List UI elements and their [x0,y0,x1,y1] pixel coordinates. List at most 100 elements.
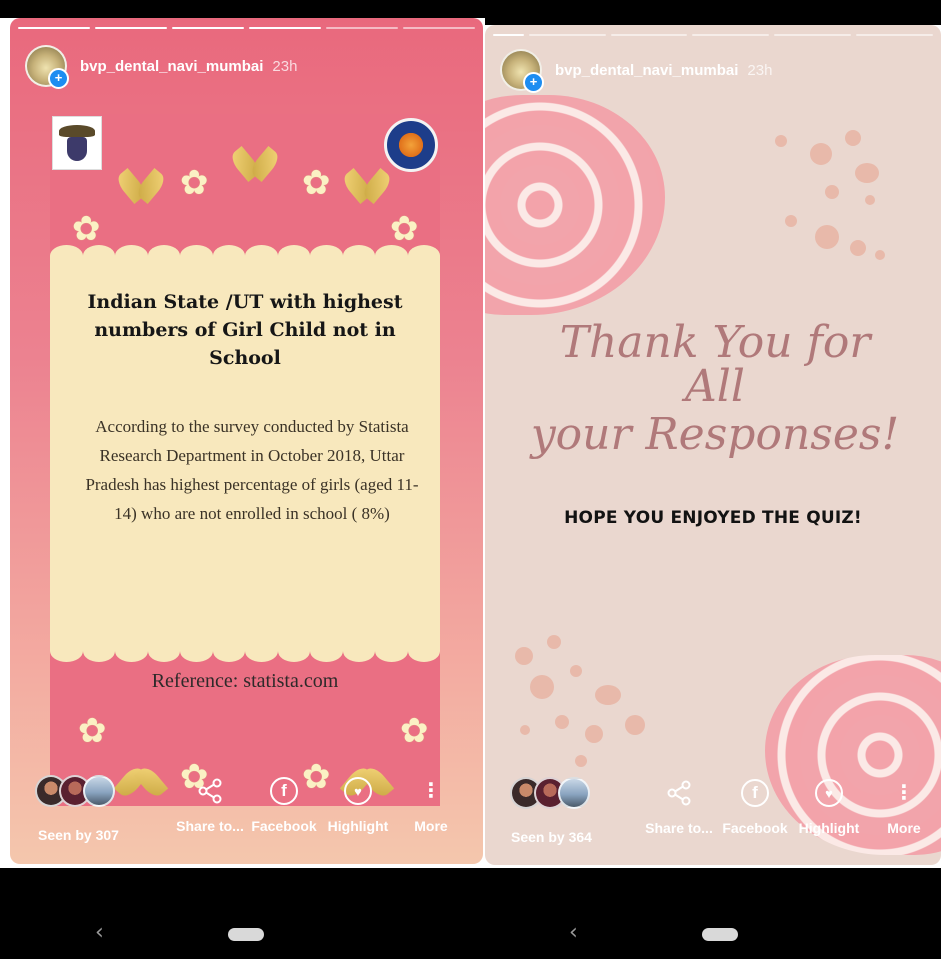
viewer-avatar [558,777,590,809]
facebook-icon: f [270,777,298,805]
dot-decoration-icon [625,715,645,735]
progress-segment [326,27,398,29]
dot-decoration-icon [845,130,861,146]
flower-decoration-icon: ✿ [180,163,209,203]
poster-body-line: According to the survey conducted by Sta… [95,417,409,436]
more-button[interactable]: ⋮ More [879,778,929,836]
highlight-label: Highlight [327,818,389,834]
story-time: 23h [747,61,773,79]
back-chevron-icon[interactable]: ‹ [95,922,104,944]
progress-segment [172,27,244,29]
facebook-label: Facebook [251,818,317,834]
avatar[interactable]: + [25,45,69,89]
story-header: + bvp_dental_navi_mumbai 23h [25,45,298,89]
story-progress-bar [18,27,475,29]
poster-title: Indian State /UT with highest numbers of… [87,291,403,369]
more-label: More [887,820,921,836]
seen-by-count[interactable]: Seen by 307 [38,827,119,843]
dot-decoration-icon [855,163,879,183]
story-card-left[interactable]: + bvp_dental_navi_mumbai 23h ✿ ✿ ✿ ✿ Ind… [10,18,483,864]
top-black-bar-right [485,0,941,25]
seen-by-count[interactable]: Seen by 364 [511,829,592,845]
progress-segment [249,27,321,29]
add-story-icon[interactable]: + [523,72,544,93]
progress-segment [528,34,606,36]
institution-logo-icon [52,116,102,170]
dot-decoration-icon [775,135,787,147]
story-time: 23h [272,57,298,75]
facebook-button[interactable]: f Facebook [715,778,795,836]
more-button[interactable]: ⋮ More [406,776,456,834]
progress-segment [95,27,167,29]
back-chevron-icon[interactable]: ‹ [569,922,578,944]
add-story-icon[interactable]: + [48,68,69,89]
share-icon [664,778,694,808]
highlight-button[interactable]: ♥ Highlight [789,778,869,836]
poster-body-line: 14) who are not enrolled in school ( 8%) [114,504,390,523]
story-username[interactable]: bvp_dental_navi_mumbai [80,58,263,75]
dot-decoration-icon [865,195,875,205]
top-black-bar-left [0,0,485,18]
highlight-heart-icon: ♥ [815,779,843,807]
progress-segment [493,34,524,36]
progress-segment [403,27,475,29]
flower-decoration-icon: ✿ [72,209,101,249]
facebook-label: Facebook [722,820,788,836]
dot-decoration-icon [825,185,839,199]
quiz-subtitle: HOPE YOU ENJOYED THE QUIZ! [564,508,862,528]
share-icon [195,776,225,806]
scallop-border-bottom [50,640,440,662]
flower-decoration-icon: ✿ [302,163,331,203]
story-progress-bar [493,34,934,36]
share-label: Share to... [645,820,713,836]
more-dots-icon: ⋮ [421,780,441,802]
share-button[interactable]: Share to... [170,776,250,834]
avatar[interactable]: + [500,49,544,93]
viewer-avatar [83,775,115,807]
dot-decoration-icon [810,143,832,165]
story-header: + bvp_dental_navi_mumbai 23h [500,49,773,93]
dot-decoration-icon [815,225,839,249]
dot-decoration-icon [785,215,797,227]
system-navigation-bar [0,868,941,959]
viewer-avatars[interactable] [510,777,590,809]
viewer-avatars[interactable] [35,775,115,807]
story-poster: ✿ ✿ ✿ ✿ Indian State /UT with highest nu… [50,114,440,806]
home-pill-button[interactable] [702,928,738,941]
thank-you-line-2: your Responses! [530,409,900,460]
brush-blob-decoration-icon [485,95,665,315]
progress-segment [692,34,770,36]
facebook-button[interactable]: f Facebook [244,776,324,834]
dot-decoration-icon [547,635,561,649]
flower-decoration-icon: ✿ [78,711,107,751]
highlight-button[interactable]: ♥ Highlight [318,776,398,834]
story-card-right[interactable]: + bvp_dental_navi_mumbai 23h Thank You f… [485,25,941,865]
poster-body-line: Research Department in October 2018, Utt… [99,446,405,465]
dot-decoration-icon [585,725,603,743]
dot-decoration-icon [555,715,569,729]
progress-segment [774,34,852,36]
dot-decoration-icon [575,755,587,767]
highlight-label: Highlight [798,820,860,836]
poster-reference: Reference: statista.com [151,670,339,692]
social-service-emblem-icon [384,118,438,172]
home-pill-button[interactable] [228,928,264,941]
thank-you-line-1: Thank You for All [559,317,871,412]
highlight-heart-icon: ♥ [344,777,372,805]
dot-decoration-icon [595,685,621,705]
flower-decoration-icon: ✿ [400,711,429,751]
dot-decoration-icon [570,665,582,677]
poster-body: According to the survey conducted by Sta… [56,412,440,528]
story-username[interactable]: bvp_dental_navi_mumbai [555,62,738,79]
progress-segment [18,27,90,29]
facebook-icon: f [741,779,769,807]
more-dots-icon: ⋮ [894,782,914,804]
share-button[interactable]: Share to... [639,778,719,836]
progress-segment [856,34,934,36]
progress-segment [610,34,688,36]
dot-decoration-icon [875,250,885,260]
poster-body-line: Pradesh has highest percentage of girls … [85,475,419,494]
more-label: More [414,818,448,834]
dot-decoration-icon [850,240,866,256]
share-label: Share to... [176,818,244,834]
